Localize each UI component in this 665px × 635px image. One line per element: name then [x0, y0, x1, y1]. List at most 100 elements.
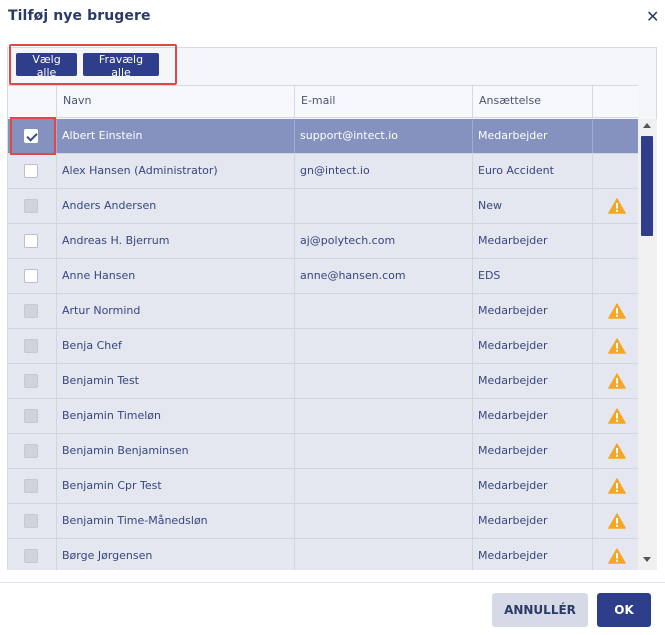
warning-icon[interactable]	[608, 513, 626, 529]
user-email	[295, 504, 473, 538]
row-checkbox	[24, 409, 38, 423]
user-email	[295, 329, 473, 363]
warning-icon[interactable]	[608, 408, 626, 424]
row-status-cell	[593, 154, 638, 188]
table-row[interactable]: Benjamin Cpr Test Medarbejder	[8, 469, 638, 504]
table-row[interactable]: Albert Einstein support@intect.io Medarbej…	[8, 119, 638, 154]
cancel-button[interactable]: ANNULLÉR	[492, 593, 588, 627]
ok-button[interactable]: OK	[597, 593, 651, 627]
user-employment: Medarbejder	[473, 504, 593, 538]
row-checkbox	[24, 479, 38, 493]
user-email	[295, 539, 473, 570]
user-name: Alex Hansen (Administrator)	[57, 154, 295, 188]
row-status-cell	[593, 434, 638, 468]
table-row[interactable]: Andreas H. Bjerrum aj@polytech.com Medarbe…	[8, 224, 638, 259]
user-email: support@intect.io	[295, 119, 473, 153]
row-select-cell	[8, 364, 57, 398]
table-row[interactable]: Benjamin Time-Månedsløn Medarbejder	[8, 504, 638, 539]
user-employment: Medarbejder	[473, 224, 593, 258]
warning-icon[interactable]	[608, 548, 626, 564]
row-select-cell	[8, 539, 57, 570]
table-row[interactable]: Alex Hansen (Administrator) gn@intect.io E…	[8, 154, 638, 189]
user-employment: Medarbejder	[473, 294, 593, 328]
column-header-status	[593, 86, 638, 119]
row-status-cell	[593, 224, 638, 258]
user-email	[295, 399, 473, 433]
row-checkbox	[24, 304, 38, 318]
row-status-cell	[593, 294, 638, 328]
warning-icon[interactable]	[608, 303, 626, 319]
table-row[interactable]: Artur Normind Medarbejder	[8, 294, 638, 329]
row-select-cell	[8, 434, 57, 468]
user-email	[295, 189, 473, 223]
user-employment: Medarbejder	[473, 469, 593, 503]
row-checkbox	[24, 549, 38, 563]
row-select-cell	[8, 154, 57, 188]
user-name: Andreas H. Bjerrum	[57, 224, 295, 258]
user-name: Benjamin Benjaminsen	[57, 434, 295, 468]
table-row[interactable]: Benjamin Benjaminsen Medarbejder	[8, 434, 638, 469]
warning-icon[interactable]	[608, 373, 626, 389]
table-row[interactable]: Anne Hansen anne@hansen.com EDS	[8, 259, 638, 294]
row-status-cell	[593, 364, 638, 398]
table-header: Navn E-mail Ansættelse	[8, 85, 638, 119]
user-employment: Medarbejder	[473, 329, 593, 363]
user-name: Anne Hansen	[57, 259, 295, 293]
row-status-cell	[593, 259, 638, 293]
warning-icon[interactable]	[608, 338, 626, 354]
row-checkbox	[24, 374, 38, 388]
user-name: Benjamin Cpr Test	[57, 469, 295, 503]
row-select-cell	[8, 224, 57, 258]
row-select-cell	[8, 504, 57, 538]
row-status-cell	[593, 539, 638, 570]
row-select-cell	[8, 259, 57, 293]
user-employment: EDS	[473, 259, 593, 293]
user-name: Benja Chef	[57, 329, 295, 363]
close-icon[interactable]: ✕	[646, 9, 659, 25]
column-header-email[interactable]: E-mail	[295, 86, 473, 119]
row-checkbox[interactable]	[24, 164, 38, 178]
table-scrollbar[interactable]	[638, 119, 657, 570]
user-employment: Medarbejder	[473, 539, 593, 570]
row-select-cell	[8, 329, 57, 363]
warning-icon[interactable]	[608, 478, 626, 494]
row-checkbox[interactable]	[24, 234, 38, 248]
table-row[interactable]: Børge Jørgensen Medarbejder	[8, 539, 638, 570]
row-status-cell	[593, 504, 638, 538]
row-status-cell	[593, 189, 638, 223]
scroll-thumb[interactable]	[641, 136, 653, 236]
user-email	[295, 434, 473, 468]
row-status-cell	[593, 329, 638, 363]
user-email	[295, 294, 473, 328]
user-email: anne@hansen.com	[295, 259, 473, 293]
user-email: gn@intect.io	[295, 154, 473, 188]
table-body: Albert Einstein support@intect.io Medarbej…	[8, 119, 638, 570]
row-checkbox	[24, 444, 38, 458]
table-row[interactable]: Benjamin Timeløn Medarbejder	[8, 399, 638, 434]
row-checkbox	[24, 199, 38, 213]
row-checkbox[interactable]	[24, 269, 38, 283]
user-email	[295, 469, 473, 503]
dialog-header: Tilføj nye brugere ✕	[0, 0, 665, 36]
table-row[interactable]: Anders Andersen New	[8, 189, 638, 224]
scroll-up-icon[interactable]	[643, 123, 651, 128]
user-name: Benjamin Test	[57, 364, 295, 398]
row-checkbox	[24, 339, 38, 353]
column-header-employment[interactable]: Ansættelse	[473, 86, 593, 119]
warning-icon[interactable]	[608, 443, 626, 459]
row-status-cell	[593, 119, 638, 153]
row-select-cell	[8, 189, 57, 223]
toolbar-highlight	[9, 44, 177, 85]
warning-icon[interactable]	[608, 198, 626, 214]
table-row[interactable]: Benja Chef Medarbejder	[8, 329, 638, 364]
row-status-cell	[593, 469, 638, 503]
user-employment: Medarbejder	[473, 364, 593, 398]
scroll-down-icon[interactable]	[643, 557, 651, 562]
add-users-dialog: Tilføj nye brugere ✕ Vælg alle Fravælg a…	[0, 0, 665, 635]
user-employment: Medarbejder	[473, 399, 593, 433]
row-select-cell	[8, 294, 57, 328]
column-header-name[interactable]: Navn	[57, 86, 295, 119]
table-row[interactable]: Benjamin Test Medarbejder	[8, 364, 638, 399]
user-employment: Euro Accident	[473, 154, 593, 188]
user-employment: Medarbejder	[473, 434, 593, 468]
